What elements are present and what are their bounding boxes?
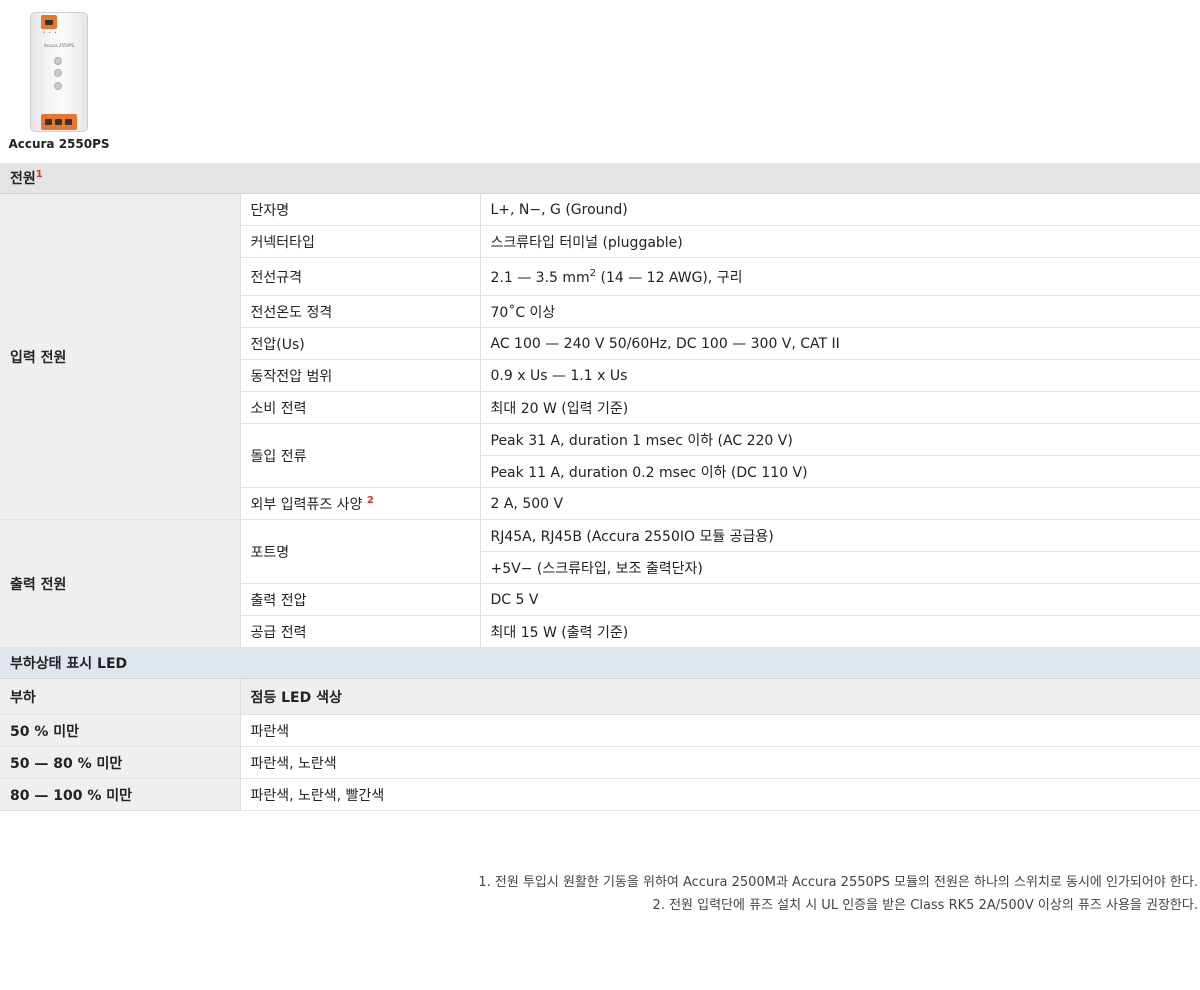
col-color-header: 점등 LED 색상 (239, 678, 1200, 715)
spec-value: AC 100 — 240 V 50/60Hz, DC 100 — 300 V, … (479, 327, 1200, 360)
led-icon (54, 69, 62, 77)
spec-value: 2.1 — 3.5 mm2 (14 — 12 AWG), 구리 (479, 257, 1200, 296)
footnote-ref: 2 (366, 494, 374, 506)
spec-value: DC 5 V (479, 583, 1200, 616)
table-row: 50 % 미만 파란색 (0, 714, 1200, 747)
col-load-header: 부하 (0, 678, 240, 715)
led-color: 파란색, 노란색, 빨간색 (239, 778, 1200, 811)
led-column-header: 부하 점등 LED 색상 (0, 678, 1200, 715)
table-row: 50 — 80 % 미만 파란색, 노란색 (0, 746, 1200, 779)
spec-value: +5V− (스크류타입, 보조 출력단자) (479, 551, 1200, 584)
spec-key: 전압(Us) (239, 327, 480, 360)
section-header-led: 부하상태 표시 LED (0, 647, 1200, 679)
group-label-input: 입력 전원 (0, 193, 240, 520)
table-row: 출력 전원 포트명 RJ45A, RJ45B (Accura 2550IO 모듈… (0, 519, 1200, 648)
section-title: 전원 (10, 171, 36, 187)
spec-value: Peak 31 A, duration 1 msec 이하 (AC 220 V) (479, 423, 1200, 456)
top-terminal-icon (41, 15, 57, 29)
led-color: 파란색, 노란색 (239, 746, 1200, 779)
section-header-power: 전원1 (0, 163, 1200, 194)
spec-value: 최대 20 W (입력 기준) (479, 391, 1200, 424)
spec-key: 단자명 (239, 193, 480, 226)
led-load: 50 % 미만 (0, 714, 240, 747)
table-row: 입력 전원 단자명 L+, N−, G (Ground) (0, 193, 1200, 520)
spec-key: 출력 전압 (239, 583, 480, 616)
product-name: Accura 2550PS (8, 137, 110, 151)
product-figure: • • • Accura 2550PS Accura 2550PS (0, 0, 118, 160)
spec-key: 포트명 (239, 519, 480, 584)
spec-key: 동작전압 범위 (239, 359, 480, 392)
device-label: Accura 2550PS (43, 43, 75, 48)
spec-key: 전선온도 정격 (239, 295, 480, 328)
led-icon (54, 57, 62, 65)
spec-value: 0.9 x Us — 1.1 x Us (479, 359, 1200, 392)
led-color: 파란색 (239, 714, 1200, 747)
spec-key: 공급 전력 (239, 615, 480, 648)
device-image: • • • Accura 2550PS (30, 12, 88, 132)
spec-key: 소비 전력 (239, 391, 480, 424)
footnote-ref: 1 (35, 169, 43, 180)
spec-value: RJ45A, RJ45B (Accura 2550IO 모듈 공급용) (479, 519, 1200, 552)
group-label-output: 출력 전원 (0, 519, 240, 648)
spec-key: 외부 입력퓨즈 사양 2 (239, 487, 480, 520)
led-icon (54, 82, 62, 90)
spec-value: 스크류타입 터미널 (pluggable) (479, 225, 1200, 258)
spec-value: 70˚C 이상 (479, 295, 1200, 328)
footnote-1: 1. 전원 투입시 원활한 기동을 위하여 Accura 2500M과 Accu… (478, 875, 1198, 890)
spec-key: 커넥터타입 (239, 225, 480, 258)
section-title: 부하상태 표시 LED (0, 647, 1200, 679)
spec-table: 전원1 입력 전원 단자명 L+, N−, G (Ground) 커넥터타입 스… (0, 163, 1200, 811)
led-load: 50 — 80 % 미만 (0, 746, 240, 779)
bottom-terminal-icon (41, 114, 77, 130)
spec-value: 최대 15 W (출력 기준) (479, 615, 1200, 648)
table-row: 80 — 100 % 미만 파란색, 노란색, 빨간색 (0, 778, 1200, 811)
spec-key: 전선규격 (239, 257, 480, 296)
footnotes: 1. 전원 투입시 원활한 기동을 위하여 Accura 2500M과 Accu… (478, 871, 1198, 917)
spec-value: Peak 11 A, duration 0.2 msec 이하 (DC 110 … (479, 455, 1200, 488)
footnote-2: 2. 전원 입력단에 퓨즈 설치 시 UL 인증을 받은 Class RK5 2… (652, 898, 1198, 913)
spec-key: 돌입 전류 (239, 423, 480, 488)
led-load: 80 — 100 % 미만 (0, 778, 240, 811)
spec-value: 2 A, 500 V (479, 487, 1200, 520)
spec-value: L+, N−, G (Ground) (479, 193, 1200, 226)
top-terminal-markings: • • • (43, 30, 58, 35)
